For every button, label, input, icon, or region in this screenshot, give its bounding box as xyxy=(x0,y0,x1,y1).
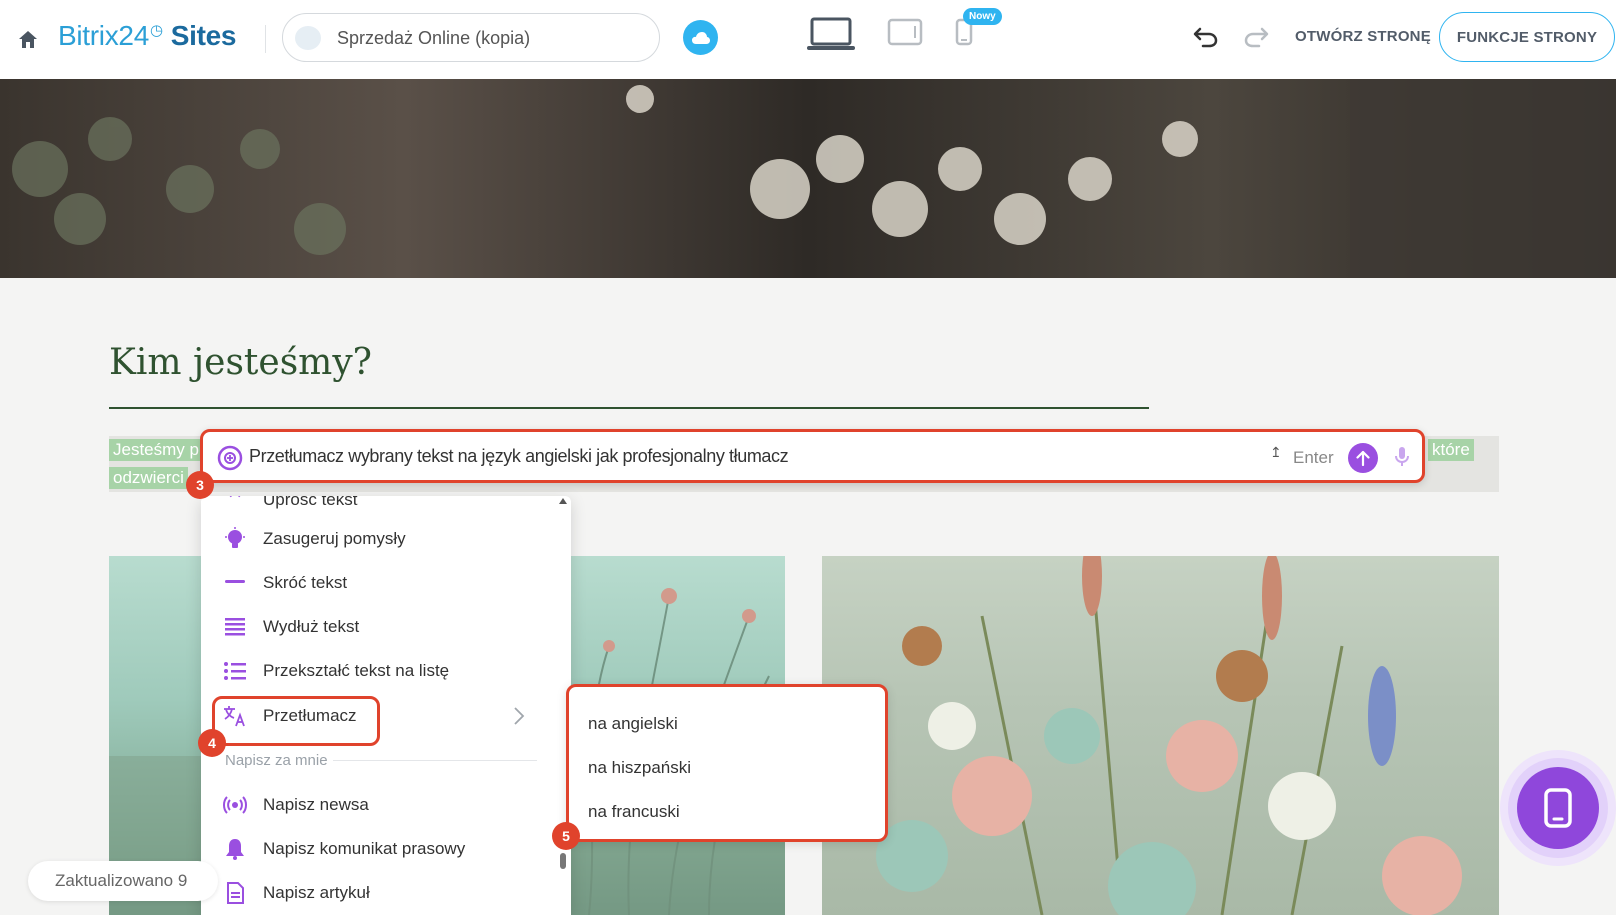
arrow-up-icon xyxy=(1356,450,1370,466)
menu-section-title: Napisz za mnie xyxy=(225,752,328,769)
step-3-badge: 3 xyxy=(186,471,214,499)
menu-item-label: Napisz komunikat prasowy xyxy=(263,839,466,858)
open-page-button[interactable]: OTWÓRZ STRONĘ xyxy=(1295,28,1431,45)
menu-item-write-article[interactable]: Napisz artykuł xyxy=(201,873,553,913)
divider xyxy=(265,25,266,53)
paragraph-text-line-1: Jesteśmy p xyxy=(109,439,203,461)
page-functions-button[interactable]: FUNKCJE STRONY xyxy=(1439,12,1615,62)
step-4-badge: 4 xyxy=(198,729,226,757)
tablet-view-icon[interactable] xyxy=(887,18,923,51)
submenu-item-english[interactable]: na angielski xyxy=(588,714,678,734)
clock-icon: ◷ xyxy=(149,21,163,39)
menu-item-simplify[interactable]: Uprość tekst xyxy=(201,496,553,520)
logo-suffix: Sites xyxy=(170,20,237,51)
home-icon[interactable] xyxy=(16,28,40,52)
menu-item-label: Napisz artykuł xyxy=(263,883,370,902)
flower-bouquet-photo xyxy=(822,556,1499,915)
microphone-icon[interactable] xyxy=(1393,445,1411,474)
broadcast-icon xyxy=(223,793,247,817)
site-name: Sprzedaż Online (kopia) xyxy=(337,28,531,48)
submenu-pointer xyxy=(554,711,563,729)
document-icon xyxy=(223,881,247,905)
menu-item-label: Uprość tekst xyxy=(263,496,358,509)
redo-icon[interactable] xyxy=(1243,26,1269,53)
menu-item-to-list[interactable]: Przekształć tekst na listę xyxy=(201,651,553,691)
shorten-icon xyxy=(223,571,247,595)
cloud-icon xyxy=(691,31,710,44)
translate-submenu: na angielski na hiszpański na francuski xyxy=(566,684,888,842)
lengthen-icon xyxy=(223,615,247,639)
menu-item-label: Napisz newsa xyxy=(263,795,369,814)
paragraph-text-right: które xyxy=(1428,439,1474,461)
ai-prompt-input[interactable]: Przetłumacz wybrany tekst na język angie… xyxy=(249,446,789,467)
enter-hint: Enter xyxy=(1293,448,1334,467)
menu-item-label: Przekształć tekst na listę xyxy=(263,661,450,680)
scroll-up-arrow-icon[interactable] xyxy=(559,498,567,504)
submenu-item-french[interactable]: na francuski xyxy=(588,802,680,822)
ai-prompt-bar: Przetłumacz wybrany tekst na język angie… xyxy=(200,429,1425,483)
chevron-right-icon xyxy=(513,706,525,731)
menu-item-shorten[interactable]: Skróć tekst xyxy=(201,563,553,603)
bitrix24-sites-logo[interactable]: Bitrix24◷ Sites xyxy=(58,20,237,52)
menu-item-suggest-ideas[interactable]: Zasugeruj pomysły xyxy=(201,519,553,559)
translate-highlight xyxy=(212,696,380,746)
menu-item-lengthen[interactable]: Wydłuż tekst xyxy=(201,607,553,647)
updated-status-text: Zaktualizowano 9 xyxy=(55,871,188,890)
new-badge: Nowy xyxy=(963,8,1002,25)
mobile-preview-button[interactable] xyxy=(1517,767,1599,849)
cloud-save-button[interactable] xyxy=(683,20,718,55)
updated-status: Zaktualizowano 9 xyxy=(28,861,218,901)
menu-item-label: Zasugeruj pomysły xyxy=(263,529,406,548)
undo-icon[interactable] xyxy=(1193,26,1219,53)
menu-item-label: Skróć tekst xyxy=(263,573,348,592)
scroll-thumb[interactable] xyxy=(560,853,566,869)
list-icon xyxy=(223,659,247,683)
paragraph-text-line-2: odzwierci xyxy=(109,467,188,489)
menu-item-label: Wydłuż tekst xyxy=(263,617,360,636)
submenu-item-spanish[interactable]: na hiszpański xyxy=(588,758,691,778)
desktop-view-icon[interactable] xyxy=(807,16,855,57)
logo-text: Bitrix24 xyxy=(58,20,149,51)
sparkle-icon xyxy=(223,496,247,512)
lightbulb-icon xyxy=(223,527,247,551)
copilot-logo-icon xyxy=(217,445,243,476)
menu-item-write-press-release[interactable]: Napisz komunikat prasowy xyxy=(201,829,553,869)
send-button[interactable] xyxy=(1348,443,1378,473)
step-5-badge: 5 xyxy=(552,822,580,850)
heading-underline xyxy=(109,407,1149,409)
site-selector[interactable]: Sprzedaż Online (kopia) xyxy=(282,13,660,62)
top-bar: Bitrix24◷ Sites Sprzedaż Online (kopia) N… xyxy=(0,0,1616,79)
page-heading[interactable]: Kim jesteśmy? xyxy=(109,342,372,383)
hero-image xyxy=(0,79,1616,278)
menu-item-write-news[interactable]: Napisz newsa xyxy=(201,785,553,825)
site-thumbnail-icon xyxy=(295,26,321,50)
menu-divider xyxy=(333,760,537,761)
smartphone-icon xyxy=(1544,788,1572,828)
bell-icon xyxy=(223,837,247,861)
shift-arrow-icon: ↥ xyxy=(1270,444,1282,460)
